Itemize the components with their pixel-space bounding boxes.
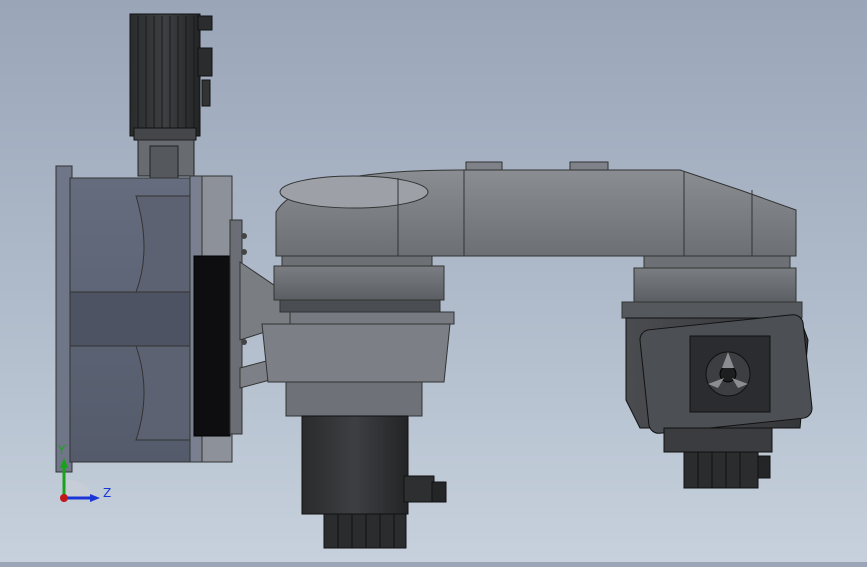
cad-viewport[interactable]: Y Z (0, 0, 867, 562)
base-flange (193, 175, 247, 463)
end-motor (663, 427, 773, 489)
second-arm (621, 255, 803, 319)
joint-motor-lower (301, 415, 447, 549)
end-effector-chuck (625, 314, 813, 434)
base-housing (55, 165, 203, 473)
origin-dot (60, 494, 68, 502)
robot-arm-drawing (55, 13, 813, 549)
servo-motor-top (129, 13, 213, 187)
y-axis-label: Y (58, 443, 66, 457)
orientation-triad (60, 458, 100, 502)
z-axis-label: Z (103, 486, 112, 500)
z-axis-arrow (90, 494, 100, 502)
